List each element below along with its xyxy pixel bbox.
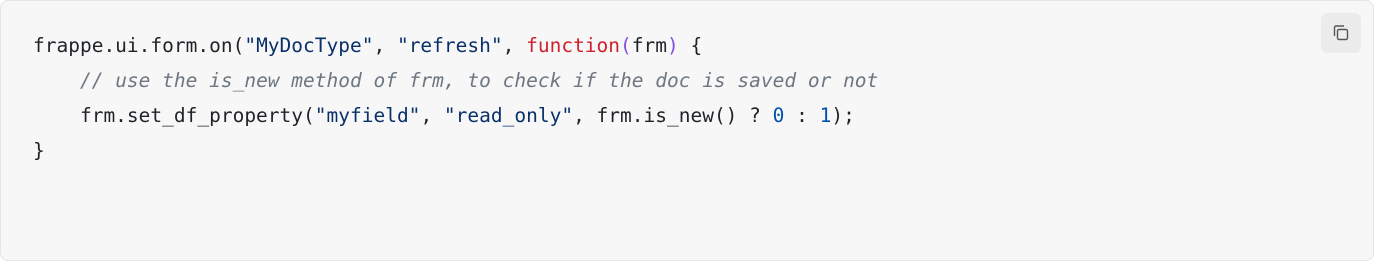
- code-token-paren-kw: ): [667, 34, 679, 57]
- code-token-string: "read_only": [443, 104, 574, 127]
- code-token-plain: {: [678, 34, 703, 57]
- code-line: frappe.ui.form.on("MyDocType", "refresh"…: [33, 28, 878, 63]
- code-line: frm.set_df_property("myfield", "read_onl…: [33, 98, 878, 133]
- code-token-keyword: function: [526, 34, 621, 57]
- code-token-plain: frm: [631, 34, 668, 57]
- code-token-string: "myfield": [314, 104, 421, 127]
- code-token-plain: frappe.ui.form.on(: [33, 34, 245, 57]
- code-token-number: 1: [819, 104, 832, 127]
- code-block: frappe.ui.form.on("MyDocType", "refresh"…: [0, 0, 1374, 261]
- code-token-plain: ,: [373, 34, 397, 57]
- code-token-comment: // use the is_new method of frm, to chec…: [79, 69, 879, 92]
- code-line: // use the is_new method of frm, to chec…: [33, 63, 878, 98]
- code-token-plain: }: [33, 139, 45, 162]
- code-token-plain: , frm.is_new() ?: [573, 104, 773, 127]
- code-token-string: "refresh": [396, 34, 503, 57]
- code-token-paren-kw: (: [620, 34, 632, 57]
- code-token-string: "MyDocType": [244, 34, 374, 57]
- code-token-plain: :: [784, 104, 820, 127]
- copy-icon: [1333, 25, 1349, 41]
- code-token-plain: frm.set_df_property(: [33, 104, 315, 127]
- code-token-plain: ,: [502, 34, 527, 57]
- code-token-number: 0: [772, 104, 785, 127]
- code-content[interactable]: frappe.ui.form.on("MyDocType", "refresh"…: [33, 28, 878, 168]
- code-token-plain: );: [831, 104, 855, 127]
- code-token-plain: ,: [420, 104, 444, 127]
- copy-button[interactable]: [1321, 13, 1361, 53]
- code-line: }: [33, 133, 878, 168]
